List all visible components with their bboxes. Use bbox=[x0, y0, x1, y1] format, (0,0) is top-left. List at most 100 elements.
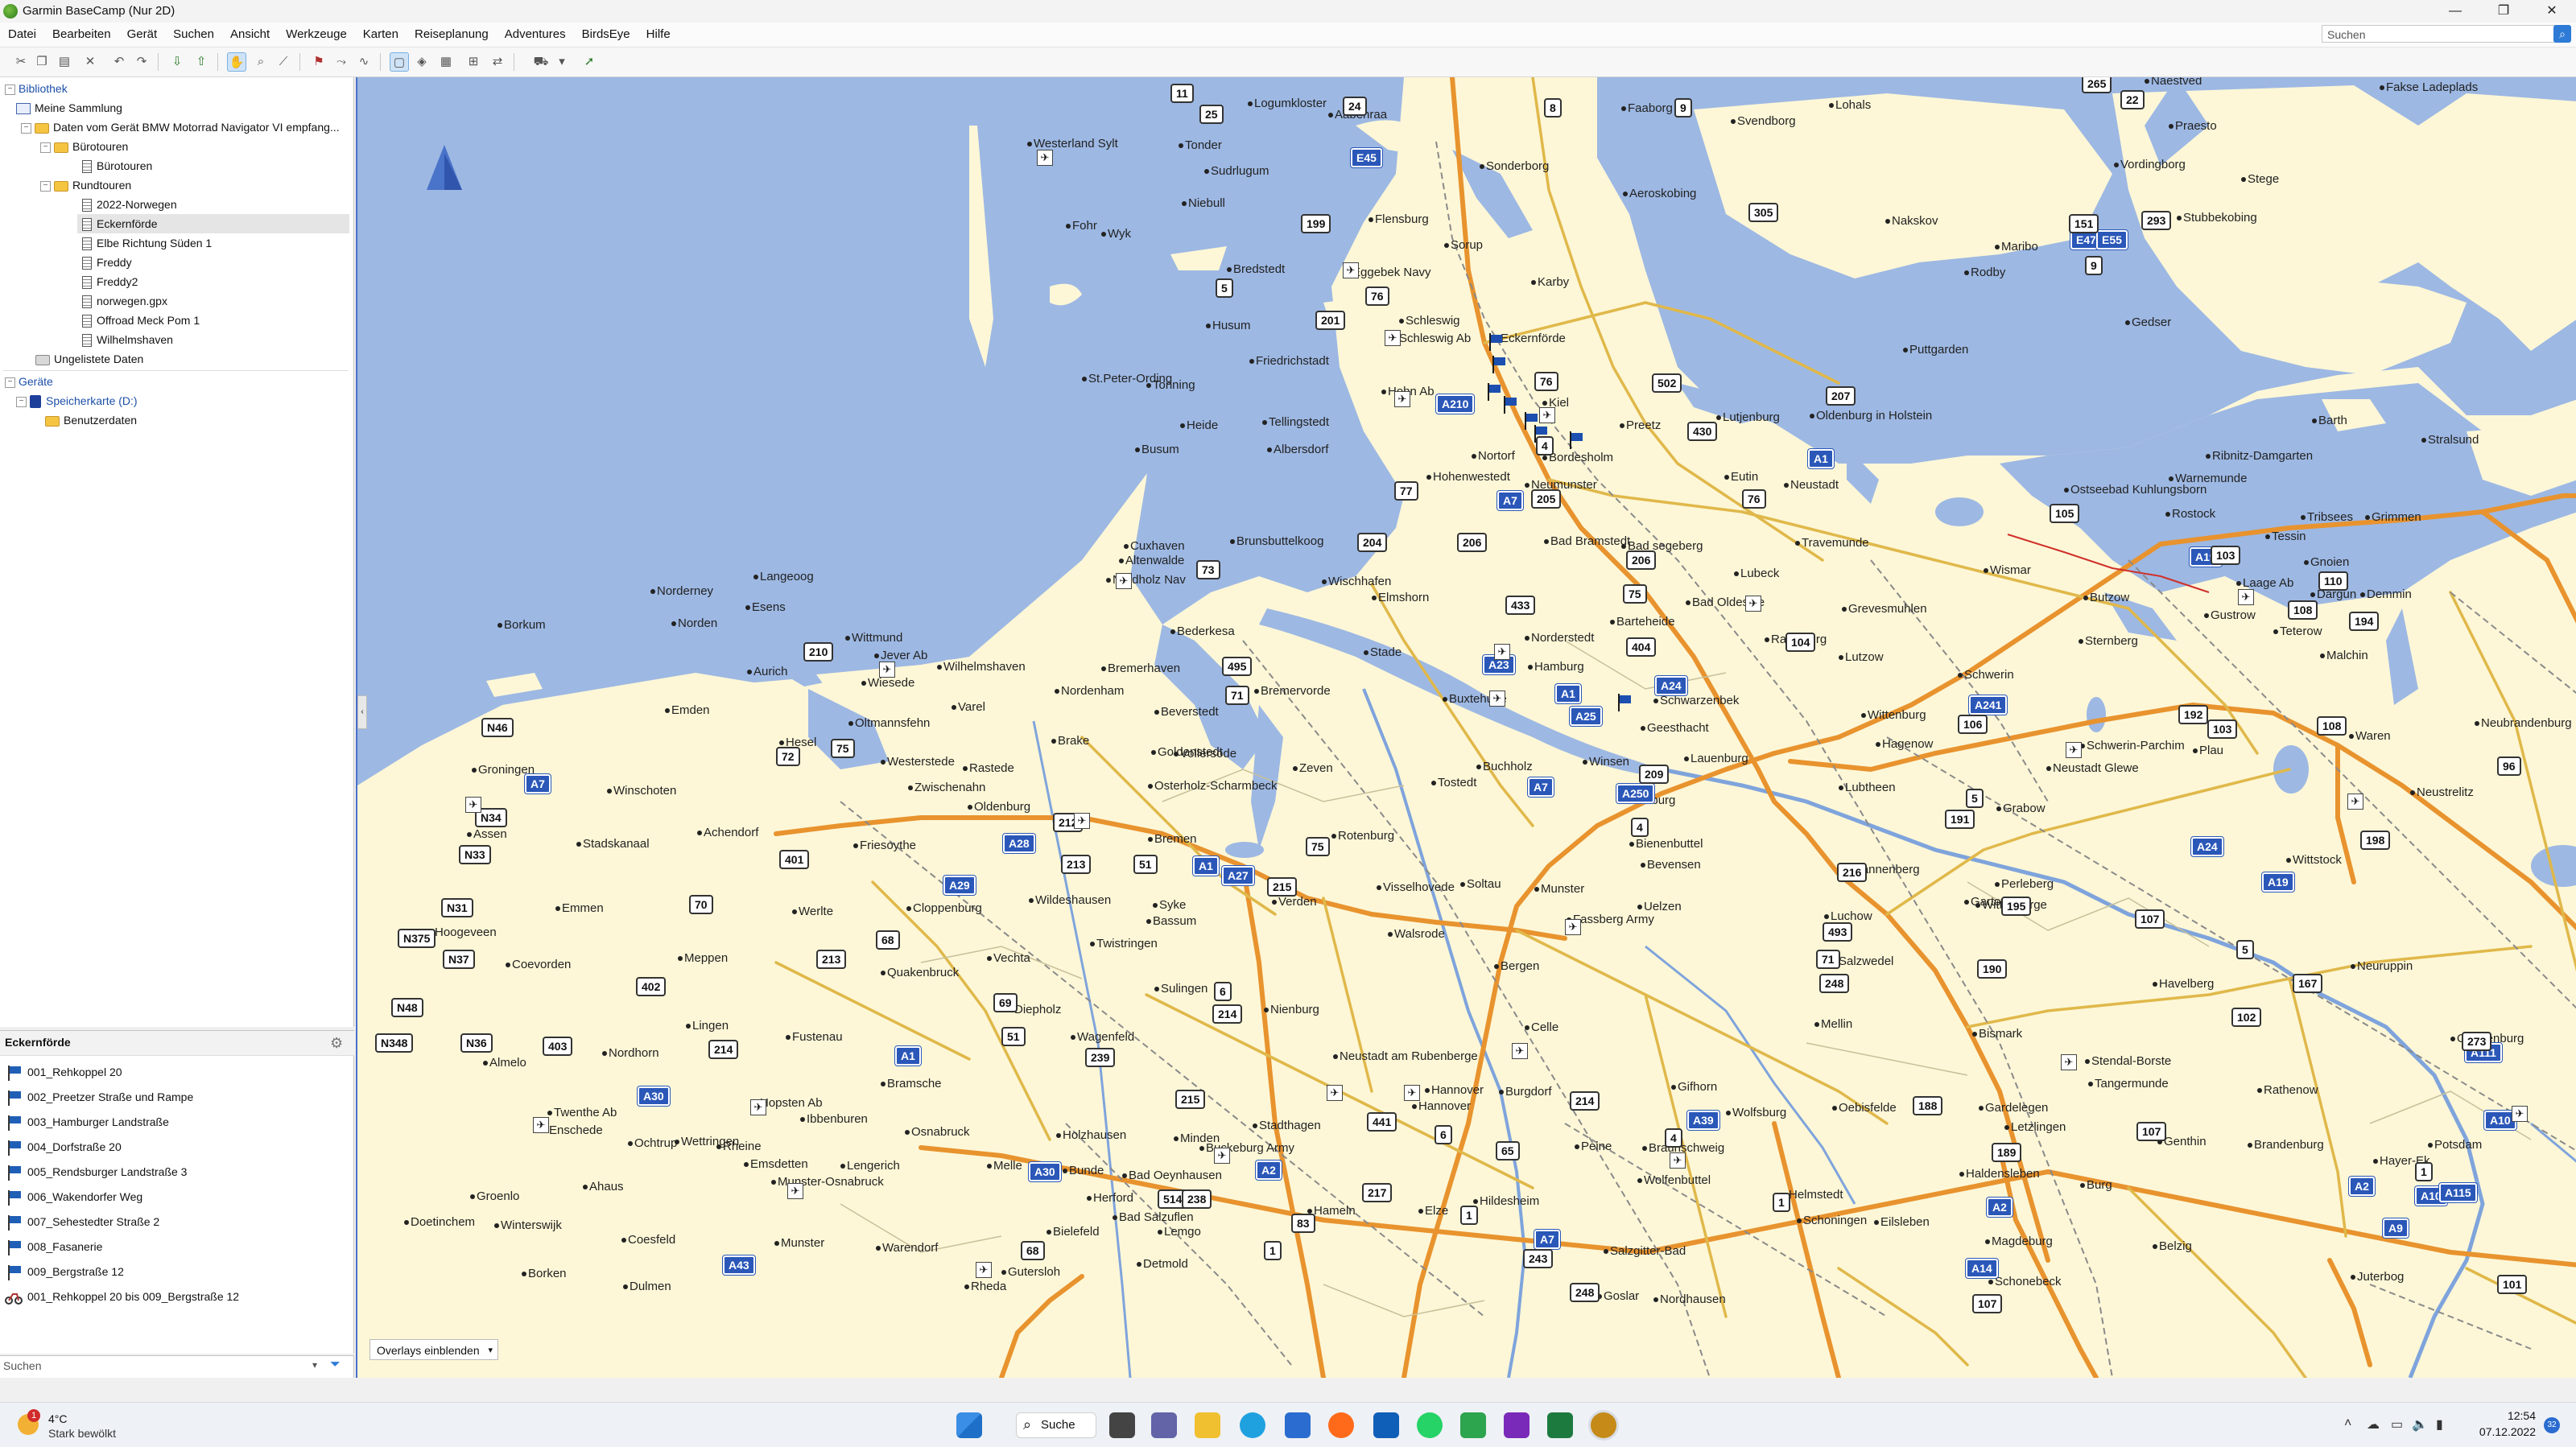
airport-icon[interactable]: ✈ bbox=[2066, 742, 2082, 758]
city-label[interactable]: Lingen bbox=[692, 1019, 729, 1033]
city-label[interactable]: Puttgarden bbox=[1909, 343, 1968, 357]
city-label[interactable]: Karby bbox=[1538, 275, 1569, 289]
city-label[interactable]: Stadskanaal bbox=[583, 837, 650, 851]
city-label[interactable]: Emmen bbox=[562, 901, 604, 915]
city-label[interactable]: Travemunde bbox=[1802, 536, 1869, 550]
airport-icon[interactable]: ✈ bbox=[1327, 1085, 1343, 1101]
city-label[interactable]: Westerstede bbox=[887, 755, 955, 769]
city-label[interactable]: Visselhovede bbox=[1383, 880, 1455, 894]
airport-icon[interactable]: ✈ bbox=[1385, 330, 1401, 346]
airport-icon[interactable]: ✈ bbox=[1116, 573, 1132, 589]
city-label[interactable]: Melle bbox=[993, 1159, 1022, 1173]
city-label[interactable]: Warnemunde bbox=[2175, 472, 2248, 485]
copy-icon[interactable]: ❐ bbox=[32, 52, 52, 72]
city-label[interactable]: Gustrow bbox=[2211, 608, 2256, 622]
city-label[interactable]: Sulingen bbox=[1161, 982, 1208, 996]
list-item[interactable]: 003_Hamburger Landstraße bbox=[5, 1110, 169, 1135]
list-item[interactable]: 008_Fasanerie bbox=[5, 1235, 102, 1259]
chevron-down-icon[interactable]: ▾ bbox=[312, 1359, 317, 1371]
send-to-device-icon[interactable]: ⇧ bbox=[192, 52, 211, 72]
excel-icon[interactable] bbox=[1547, 1412, 1573, 1438]
city-label[interactable]: Brake bbox=[1058, 734, 1089, 748]
city-label[interactable]: Nordhausen bbox=[1660, 1292, 1726, 1306]
city-label[interactable]: Teterow bbox=[2280, 625, 2322, 638]
city-label[interactable]: Coevorden bbox=[512, 958, 571, 971]
list-item[interactable]: 004_Dorfstraße 20 bbox=[5, 1135, 122, 1160]
undo-icon[interactable]: ↶ bbox=[109, 52, 129, 72]
city-label[interactable]: Wolfsburg bbox=[1732, 1106, 1786, 1119]
city-label[interactable]: Neuruppin bbox=[2357, 959, 2413, 973]
swap-view-icon[interactable]: ⇄ bbox=[488, 52, 507, 72]
city-label[interactable]: Varel bbox=[958, 700, 985, 714]
city-label[interactable]: Winterswijk bbox=[501, 1218, 562, 1232]
city-label[interactable]: Gedser bbox=[2132, 315, 2171, 329]
city-label[interactable]: Neustadt bbox=[1790, 478, 1839, 492]
city-label[interactable]: Geesthacht bbox=[1647, 721, 1709, 735]
city-label[interactable]: Tessin bbox=[2272, 530, 2306, 543]
airport-icon[interactable]: ✈ bbox=[2512, 1106, 2528, 1122]
city-label[interactable]: Vechta bbox=[993, 951, 1030, 965]
city-label[interactable]: Rheine bbox=[723, 1140, 762, 1153]
city-label[interactable]: Norderstedt bbox=[1531, 631, 1594, 645]
city-label[interactable]: Aeroskobing bbox=[1629, 187, 1696, 200]
city-label[interactable]: Juterbog bbox=[2357, 1270, 2404, 1284]
city-label[interactable]: Eggebek Navy bbox=[1352, 266, 1431, 279]
city-label[interactable]: Haldensleben bbox=[1966, 1167, 2040, 1181]
tree-user-data[interactable]: Benutzerdaten bbox=[45, 410, 137, 430]
city-label[interactable]: Lutzow bbox=[1845, 650, 1884, 664]
city-label[interactable]: Sonderborg bbox=[1486, 159, 1549, 173]
city-label[interactable]: Quakenbruck bbox=[887, 966, 959, 979]
city-label[interactable]: Hamburg bbox=[1534, 660, 1584, 674]
city-label[interactable]: Hannover bbox=[1418, 1099, 1471, 1113]
city-label[interactable]: Bramsche bbox=[887, 1077, 942, 1090]
3d-map-icon[interactable]: ◈ bbox=[412, 52, 431, 72]
airport-icon[interactable]: ✈ bbox=[1489, 691, 1505, 707]
city-label[interactable]: Salzgitter-Bad bbox=[1610, 1244, 1686, 1258]
city-label[interactable]: Nakskov bbox=[1892, 214, 1938, 228]
city-label[interactable]: Wiesede bbox=[868, 676, 914, 690]
waypoint-flag-icon[interactable] bbox=[1491, 356, 1509, 375]
airport-icon[interactable]: ✈ bbox=[465, 797, 481, 813]
windows-start-icon[interactable] bbox=[956, 1412, 982, 1438]
menu-werkzeuge[interactable]: Werkzeuge bbox=[278, 23, 355, 47]
mail-icon[interactable] bbox=[1460, 1412, 1486, 1438]
hand-tool-icon[interactable]: ✋ bbox=[227, 52, 246, 72]
tree-list-2022-norwegen[interactable]: 2022-Norwegen bbox=[82, 195, 177, 214]
city-label[interactable]: Norderney bbox=[657, 584, 713, 598]
airport-icon[interactable]: ✈ bbox=[976, 1262, 992, 1278]
city-label[interactable]: Nordhorn bbox=[609, 1046, 659, 1060]
menu-karten[interactable]: Karten bbox=[355, 23, 407, 47]
city-label[interactable]: Neubrandenburg bbox=[2481, 716, 2572, 730]
city-label[interactable]: Goldenstedt bbox=[1158, 745, 1223, 759]
city-label[interactable]: Grimmen bbox=[2372, 510, 2421, 524]
city-label[interactable]: Wolfenbuttel bbox=[1644, 1173, 1711, 1187]
city-label[interactable]: Neustadt am Rubenberge bbox=[1340, 1049, 1478, 1063]
city-label[interactable]: Heide bbox=[1187, 418, 1218, 432]
city-label[interactable]: Luchow bbox=[1831, 909, 1872, 923]
city-label[interactable]: Hildesheim bbox=[1480, 1194, 1539, 1208]
city-label[interactable]: Wagenfeld bbox=[1077, 1030, 1134, 1044]
airport-icon[interactable]: ✈ bbox=[1745, 596, 1761, 612]
city-label[interactable]: Soltau bbox=[1467, 877, 1501, 891]
tree-devices[interactable]: − Geräte bbox=[5, 372, 53, 391]
city-label[interactable]: Sorup bbox=[1451, 238, 1483, 252]
city-label[interactable]: Wildeshausen bbox=[1035, 893, 1111, 907]
city-label[interactable]: Herford bbox=[1093, 1191, 1133, 1205]
city-label[interactable]: Rastede bbox=[969, 761, 1014, 775]
city-label[interactable]: Albersdorf bbox=[1274, 443, 1328, 456]
city-label[interactable]: Bismark bbox=[1979, 1027, 2022, 1041]
city-label[interactable]: Tonning bbox=[1153, 378, 1195, 392]
collapse-panel-handle[interactable]: ‹ bbox=[357, 695, 367, 729]
city-label[interactable]: Hopsten Ab bbox=[760, 1096, 823, 1110]
city-label[interactable]: Potsdam bbox=[2434, 1138, 2482, 1152]
city-label[interactable]: Nortorf bbox=[1478, 449, 1515, 463]
city-label[interactable]: Schwerin bbox=[1964, 668, 2014, 682]
city-label[interactable]: Butzow bbox=[2090, 591, 2129, 604]
city-label[interactable]: Bremervorde bbox=[1261, 684, 1331, 698]
city-label[interactable]: Coesfeld bbox=[628, 1233, 675, 1247]
whatsapp-icon[interactable] bbox=[1417, 1412, 1443, 1438]
city-label[interactable]: Rodby bbox=[1971, 266, 2005, 279]
city-label[interactable]: Stege bbox=[2248, 172, 2279, 186]
waypoint-flag-icon[interactable] bbox=[1486, 383, 1504, 402]
city-label[interactable]: Munster bbox=[781, 1236, 824, 1250]
